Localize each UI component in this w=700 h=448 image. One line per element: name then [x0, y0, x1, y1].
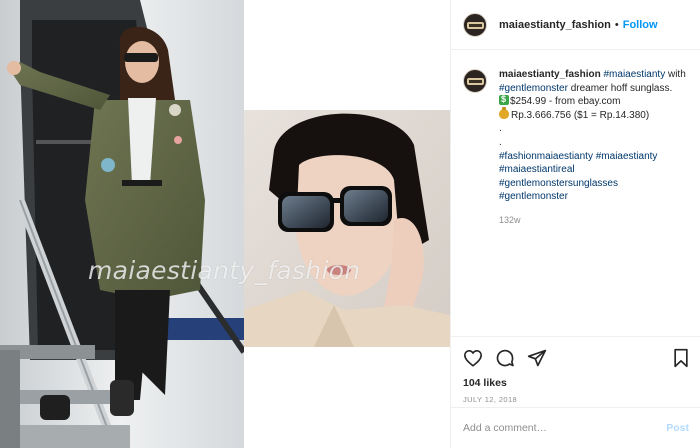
post-header: maiaestianty_fashion • Follow [451, 0, 700, 50]
post-comment-button[interactable]: Post [666, 422, 689, 434]
post-media[interactable]: maiaestianty_fashion [0, 0, 450, 448]
caption-dot: . [499, 123, 502, 135]
action-bar: 104 likes JULY 12, 2018 [451, 336, 700, 404]
separator-dot: • [614, 18, 619, 31]
photo-airplane-stairs [0, 0, 244, 448]
likes-count[interactable]: 104 likes [463, 377, 689, 389]
caption-text-fragment: dreamer hoff sunglass. [567, 82, 673, 94]
follow-button[interactable]: Follow [623, 19, 658, 31]
caption-dot: . [499, 136, 502, 148]
hashtag-link[interactable]: #gentlemonster [499, 83, 568, 94]
caption-username[interactable]: maiaestianty_fashion [499, 69, 601, 80]
caption-time-ago[interactable]: 132w [499, 214, 693, 228]
photo-sunglasses-closeup [244, 110, 450, 347]
hashtag-link[interactable]: #maiaestianty [604, 69, 666, 80]
hashtag-link[interactable]: #gentlemonster [499, 191, 568, 202]
hashtag-link[interactable]: #gentlemonstersunglasses [499, 178, 618, 189]
price-usd: $254.99 - from ebay.com [510, 96, 621, 108]
hashtag-link[interactable]: #maiaestiantireal [499, 164, 575, 175]
header-username[interactable]: maiaestianty_fashion [499, 19, 611, 31]
caption: maiaestianty_fashion #maiaestianty with … [463, 68, 693, 228]
post-side-panel: maiaestianty_fashion • Follow maiaestian… [450, 0, 700, 448]
comment-icon[interactable] [495, 348, 515, 368]
post-date[interactable]: JULY 12, 2018 [463, 395, 689, 404]
money-bag-emoji-icon [499, 106, 509, 119]
comment-form: Post [451, 407, 700, 448]
caption-avatar[interactable] [463, 69, 487, 93]
comment-input[interactable] [463, 422, 667, 434]
dollar-emoji-icon [499, 93, 509, 107]
watermark-text: maiaestianty_fashion [88, 256, 361, 285]
caption-text-fragment: with [665, 69, 686, 80]
heart-icon[interactable] [463, 349, 483, 367]
hashtag-link[interactable]: #maiaestianty [596, 151, 658, 162]
price-idr: Rp.3.666.756 ($1 = Rp.14.380) [511, 109, 650, 121]
caption-text: maiaestianty_fashion #maiaestianty with … [499, 68, 693, 228]
avatar[interactable] [463, 12, 487, 37]
bookmark-icon[interactable] [673, 348, 689, 368]
share-icon[interactable] [527, 348, 547, 368]
hashtag-link[interactable]: #fashionmaiaestianty [499, 151, 593, 162]
